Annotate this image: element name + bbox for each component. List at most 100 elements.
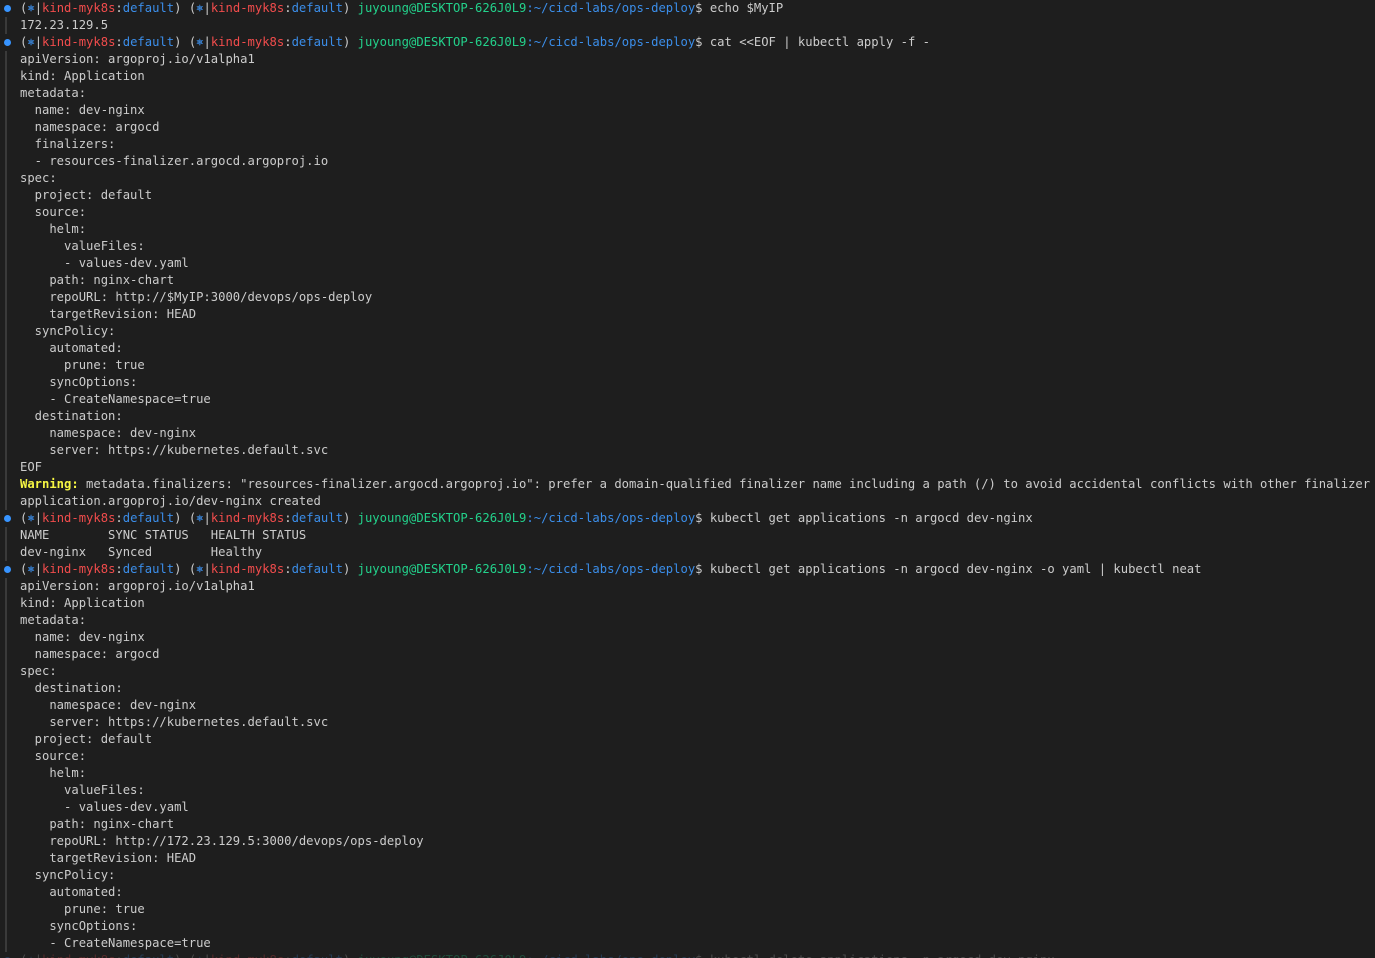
output-gutter-bar: [5, 867, 7, 884]
working-directory: :~/cicd-labs/ops-deploy: [526, 1, 696, 15]
yaml-output-line-text: valueFiles:: [20, 783, 145, 797]
kubernetes-helm-icon: ⎈: [27, 35, 35, 49]
output-gutter-bar: [5, 578, 7, 595]
output-gutter-bar: [5, 119, 7, 136]
command-decoration-dot-icon[interactable]: [4, 5, 11, 12]
kubernetes-helm-icon: ⎈: [27, 562, 35, 576]
heredoc-line: EOF: [0, 459, 1375, 476]
command-decoration-dot-icon[interactable]: [4, 515, 11, 522]
yaml-output-line: source:: [0, 748, 1375, 765]
kube-context: kind-myk8s: [210, 35, 285, 49]
kubernetes-helm-icon: ⎈: [196, 35, 204, 49]
prompt-paren: ): [342, 35, 358, 49]
command-text: kubectl get applications -n argocd dev-n…: [709, 562, 1202, 576]
yaml-output-line-text: apiVersion: argoproj.io/v1alpha1: [20, 579, 255, 593]
yaml-output-line: name: dev-nginx: [0, 629, 1375, 646]
prompt-colon: :: [115, 511, 123, 525]
kube-namespace: default: [122, 562, 175, 576]
kubernetes-helm-icon: ⎈: [27, 953, 34, 958]
command-decoration-dot-icon[interactable]: [4, 39, 11, 46]
echo-output-line: 172.23.129.5: [0, 17, 1375, 34]
heredoc-line: - CreateNamespace=true: [0, 391, 1375, 408]
working-directory: :~/cicd-labs/ops-deploy: [526, 953, 695, 958]
yaml-output-line: helm:: [0, 765, 1375, 782]
output-gutter-bar: [5, 476, 7, 493]
heredoc-line-text: automated:: [20, 341, 123, 355]
heredoc-line-text: destination:: [20, 409, 123, 423]
heredoc-line: syncOptions:: [0, 374, 1375, 391]
heredoc-line: finalizers:: [0, 136, 1375, 153]
heredoc-line-text: source:: [20, 205, 87, 219]
yaml-output-line: project: default: [0, 731, 1375, 748]
output-gutter-bar: [5, 391, 7, 408]
prompt-separator: |: [35, 953, 42, 958]
heredoc-line-text: syncPolicy:: [20, 324, 116, 338]
yaml-output-line: path: nginx-chart: [0, 816, 1375, 833]
heredoc-line: apiVersion: argoproj.io/v1alpha1: [0, 51, 1375, 68]
echo-output-line-text: 172.23.129.5: [20, 18, 109, 32]
yaml-output-line: namespace: argocd: [0, 646, 1375, 663]
yaml-output-line-text: syncPolicy:: [20, 868, 116, 882]
prompt-colon: :: [284, 1, 292, 15]
output-gutter-bar: [5, 323, 7, 340]
yaml-output-line: server: https://kubernetes.default.svc: [0, 714, 1375, 731]
yaml-output-line: syncPolicy:: [0, 867, 1375, 884]
yaml-output-line-text: name: dev-nginx: [20, 630, 145, 644]
kubernetes-helm-icon: ⎈: [196, 562, 204, 576]
heredoc-line: path: nginx-chart: [0, 272, 1375, 289]
output-gutter-bar: [5, 782, 7, 799]
output-gutter-bar: [5, 85, 7, 102]
kube-context: kind-myk8s: [42, 1, 116, 15]
prompt-separator: |: [203, 1, 211, 15]
heredoc-line: source:: [0, 204, 1375, 221]
yaml-output-line-text: prune: true: [20, 902, 145, 916]
heredoc-line: namespace: argocd: [0, 119, 1375, 136]
kube-namespace: default: [122, 1, 175, 15]
command-text: cat <<EOF | kubectl apply -f -: [709, 35, 930, 49]
heredoc-line-text: namespace: argocd: [20, 120, 160, 134]
output-gutter-bar: [5, 935, 7, 952]
kube-context: kind-myk8s: [42, 511, 116, 525]
output-gutter-bar: [5, 221, 7, 238]
heredoc-line-text: namespace: dev-nginx: [20, 426, 197, 440]
yaml-output-line: destination:: [0, 680, 1375, 697]
terminal-output[interactable]: (⎈|kind-myk8s:default) (⎈|kind-myk8s:def…: [0, 0, 1375, 958]
yaml-output-line-text: metadata:: [20, 613, 87, 627]
kube-namespace: default: [291, 511, 343, 525]
prompt-symbol: $: [695, 511, 710, 525]
prompt-paren: ): [174, 1, 189, 15]
heredoc-line: prune: true: [0, 357, 1375, 374]
prompt-separator: |: [203, 511, 211, 525]
yaml-output-line: automated:: [0, 884, 1375, 901]
output-gutter-bar: [5, 442, 7, 459]
yaml-output-line: - values-dev.yaml: [0, 799, 1375, 816]
output-gutter-bar: [5, 544, 7, 561]
command-decoration-dot-icon[interactable]: [4, 566, 11, 573]
prompt-line: (⎈|kind-myk8s:default) (⎈|kind-myk8s:def…: [0, 0, 1375, 17]
kube-context: kind-myk8s: [211, 953, 284, 958]
heredoc-line: - resources-finalizer.argocd.argoproj.io: [0, 153, 1375, 170]
yaml-output-line-text: kind: Application: [20, 596, 145, 610]
output-gutter-bar: [5, 238, 7, 255]
prompt-separator: |: [34, 511, 43, 525]
output-gutter-bar: [5, 51, 7, 68]
working-directory: :~/cicd-labs/ops-deploy: [526, 511, 696, 525]
kubernetes-helm-icon: ⎈: [196, 953, 203, 958]
kubernetes-helm-icon: ⎈: [196, 1, 204, 15]
output-gutter-bar: [5, 697, 7, 714]
heredoc-line-text: kind: Application: [20, 69, 145, 83]
kube-context: kind-myk8s: [210, 511, 285, 525]
prompt-paren: ): [174, 953, 189, 958]
output-gutter-bar: [5, 374, 7, 391]
heredoc-line-text: syncOptions:: [20, 375, 138, 389]
output-gutter-bar: [5, 527, 7, 544]
yaml-output-line-text: - values-dev.yaml: [20, 800, 189, 814]
output-gutter-bar: [5, 255, 7, 272]
prompt-line: (⎈|kind-myk8s:default) (⎈|kind-myk8s:def…: [0, 34, 1375, 51]
warning-label: Warning:: [20, 477, 79, 491]
command-text: echo $MyIP: [709, 1, 784, 15]
heredoc-line: spec:: [0, 170, 1375, 187]
output-gutter-bar: [5, 170, 7, 187]
yaml-output-line-text: repoURL: http://172.23.129.5:3000/devops…: [20, 834, 424, 848]
user-host: juyoung@DESKTOP-626J0L9: [357, 35, 527, 49]
